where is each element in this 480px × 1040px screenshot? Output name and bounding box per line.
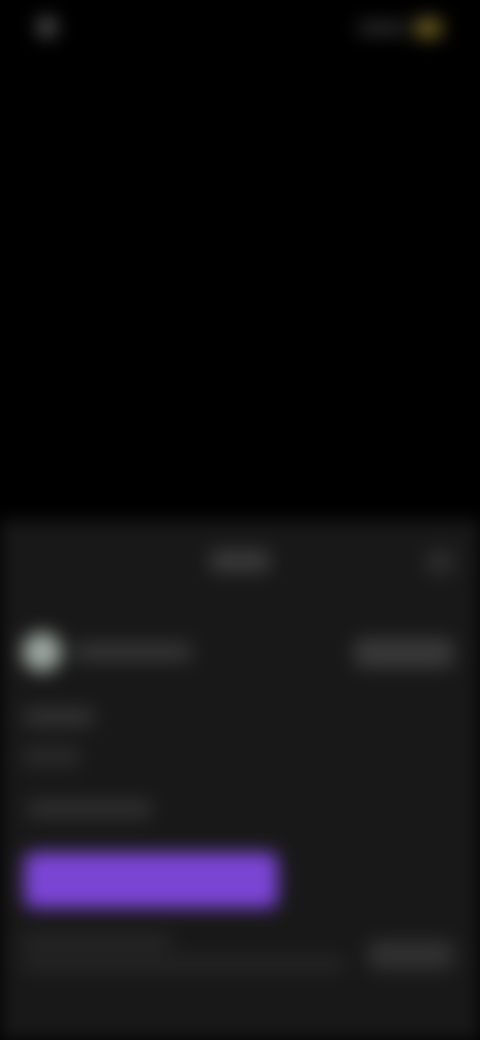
sheet-title (210, 550, 270, 572)
close-icon[interactable] (426, 550, 454, 574)
info-line-2 (24, 748, 80, 766)
channel-row (22, 628, 454, 676)
footer-row (22, 930, 454, 980)
status-icons (354, 16, 450, 40)
status-bar (0, 0, 480, 60)
status-time (30, 16, 110, 38)
video-player[interactable] (0, 60, 480, 520)
battery-icon (414, 18, 442, 38)
bottom-sheet (0, 520, 480, 1040)
follow-button[interactable] (354, 638, 454, 668)
info-line-3 (28, 800, 152, 818)
footer-text-line-2 (22, 956, 344, 972)
footer-button[interactable] (368, 940, 454, 970)
app-screen (0, 0, 480, 1040)
avatar[interactable] (22, 632, 62, 672)
channel-name[interactable] (74, 642, 192, 662)
signal-icon (358, 22, 406, 34)
footer-text-line-1 (22, 934, 172, 950)
primary-action-button[interactable] (24, 852, 278, 908)
info-line-1 (24, 708, 94, 726)
